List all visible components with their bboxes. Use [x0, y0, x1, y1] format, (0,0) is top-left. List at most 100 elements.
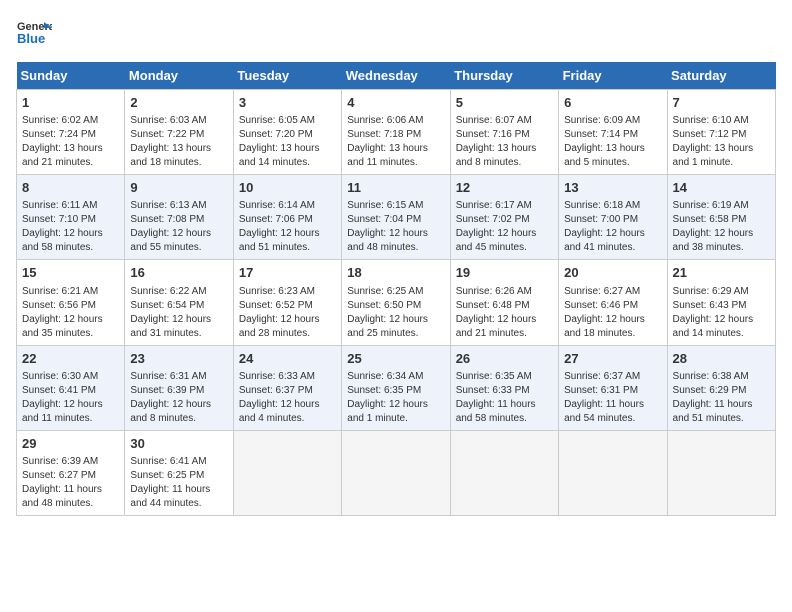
day-info: Sunrise: 6:25 AM Sunset: 6:50 PM Dayligh… — [347, 285, 444, 341]
day-number: 2 — [130, 94, 227, 112]
calendar-cell: 23 Sunrise: 6:31 AM Sunset: 6:39 PM Dayli… — [125, 345, 233, 430]
calendar-cell: 11 Sunrise: 6:15 AM Sunset: 7:04 PM Dayli… — [342, 175, 450, 260]
calendar-cell: 16 Sunrise: 6:22 AM Sunset: 6:54 PM Dayli… — [125, 260, 233, 345]
weekday-header: Monday — [125, 62, 233, 90]
calendar-cell — [667, 430, 775, 515]
calendar-cell: 1 Sunrise: 6:02 AM Sunset: 7:24 PM Daylig… — [17, 90, 125, 175]
day-number: 3 — [239, 94, 336, 112]
day-info: Sunrise: 6:33 AM Sunset: 6:37 PM Dayligh… — [239, 370, 336, 426]
day-info: Sunrise: 6:05 AM Sunset: 7:20 PM Dayligh… — [239, 114, 336, 170]
day-info: Sunrise: 6:30 AM Sunset: 6:41 PM Dayligh… — [22, 370, 119, 426]
weekday-header: Thursday — [450, 62, 558, 90]
day-number: 26 — [456, 350, 553, 368]
day-number: 29 — [22, 435, 119, 453]
day-info: Sunrise: 6:11 AM Sunset: 7:10 PM Dayligh… — [22, 199, 119, 255]
day-number: 14 — [673, 179, 770, 197]
day-number: 22 — [22, 350, 119, 368]
day-number: 8 — [22, 179, 119, 197]
day-number: 27 — [564, 350, 661, 368]
day-info: Sunrise: 6:39 AM Sunset: 6:27 PM Dayligh… — [22, 455, 119, 511]
calendar-cell: 4 Sunrise: 6:06 AM Sunset: 7:18 PM Daylig… — [342, 90, 450, 175]
day-info: Sunrise: 6:07 AM Sunset: 7:16 PM Dayligh… — [456, 114, 553, 170]
calendar-cell: 28 Sunrise: 6:38 AM Sunset: 6:29 PM Dayli… — [667, 345, 775, 430]
calendar-cell — [450, 430, 558, 515]
calendar-cell: 8 Sunrise: 6:11 AM Sunset: 7:10 PM Daylig… — [17, 175, 125, 260]
day-info: Sunrise: 6:14 AM Sunset: 7:06 PM Dayligh… — [239, 199, 336, 255]
day-info: Sunrise: 6:09 AM Sunset: 7:14 PM Dayligh… — [564, 114, 661, 170]
calendar-cell: 2 Sunrise: 6:03 AM Sunset: 7:22 PM Daylig… — [125, 90, 233, 175]
weekday-header: Friday — [559, 62, 667, 90]
day-info: Sunrise: 6:17 AM Sunset: 7:02 PM Dayligh… — [456, 199, 553, 255]
day-number: 12 — [456, 179, 553, 197]
day-number: 13 — [564, 179, 661, 197]
day-number: 10 — [239, 179, 336, 197]
weekday-header: Wednesday — [342, 62, 450, 90]
calendar-cell: 10 Sunrise: 6:14 AM Sunset: 7:06 PM Dayli… — [233, 175, 341, 260]
calendar-cell: 20 Sunrise: 6:27 AM Sunset: 6:46 PM Dayli… — [559, 260, 667, 345]
calendar-cell: 19 Sunrise: 6:26 AM Sunset: 6:48 PM Dayli… — [450, 260, 558, 345]
day-info: Sunrise: 6:37 AM Sunset: 6:31 PM Dayligh… — [564, 370, 661, 426]
calendar-table: SundayMondayTuesdayWednesdayThursdayFrid… — [16, 62, 776, 516]
day-info: Sunrise: 6:23 AM Sunset: 6:52 PM Dayligh… — [239, 285, 336, 341]
calendar-cell: 27 Sunrise: 6:37 AM Sunset: 6:31 PM Dayli… — [559, 345, 667, 430]
calendar-cell: 22 Sunrise: 6:30 AM Sunset: 6:41 PM Dayli… — [17, 345, 125, 430]
day-number: 16 — [130, 264, 227, 282]
weekday-header: Tuesday — [233, 62, 341, 90]
day-number: 5 — [456, 94, 553, 112]
day-info: Sunrise: 6:35 AM Sunset: 6:33 PM Dayligh… — [456, 370, 553, 426]
day-number: 18 — [347, 264, 444, 282]
day-info: Sunrise: 6:18 AM Sunset: 7:00 PM Dayligh… — [564, 199, 661, 255]
calendar-cell: 24 Sunrise: 6:33 AM Sunset: 6:37 PM Dayli… — [233, 345, 341, 430]
day-number: 9 — [130, 179, 227, 197]
day-info: Sunrise: 6:02 AM Sunset: 7:24 PM Dayligh… — [22, 114, 119, 170]
day-info: Sunrise: 6:26 AM Sunset: 6:48 PM Dayligh… — [456, 285, 553, 341]
calendar-cell: 5 Sunrise: 6:07 AM Sunset: 7:16 PM Daylig… — [450, 90, 558, 175]
day-info: Sunrise: 6:03 AM Sunset: 7:22 PM Dayligh… — [130, 114, 227, 170]
weekday-header: Sunday — [17, 62, 125, 90]
day-number: 19 — [456, 264, 553, 282]
calendar-cell: 29 Sunrise: 6:39 AM Sunset: 6:27 PM Dayli… — [17, 430, 125, 515]
day-number: 17 — [239, 264, 336, 282]
day-number: 25 — [347, 350, 444, 368]
calendar-cell: 25 Sunrise: 6:34 AM Sunset: 6:35 PM Dayli… — [342, 345, 450, 430]
logo: General Blue — [16, 16, 52, 52]
day-info: Sunrise: 6:27 AM Sunset: 6:46 PM Dayligh… — [564, 285, 661, 341]
calendar-cell: 13 Sunrise: 6:18 AM Sunset: 7:00 PM Dayli… — [559, 175, 667, 260]
day-info: Sunrise: 6:06 AM Sunset: 7:18 PM Dayligh… — [347, 114, 444, 170]
calendar-cell: 26 Sunrise: 6:35 AM Sunset: 6:33 PM Dayli… — [450, 345, 558, 430]
day-number: 4 — [347, 94, 444, 112]
calendar-cell: 7Sunrise: 6:10 AM Sunset: 7:12 PM Daylig… — [667, 90, 775, 175]
day-number: 7 — [673, 94, 770, 112]
day-number: 1 — [22, 94, 119, 112]
day-number: 28 — [673, 350, 770, 368]
day-number: 21 — [673, 264, 770, 282]
day-info: Sunrise: 6:15 AM Sunset: 7:04 PM Dayligh… — [347, 199, 444, 255]
weekday-header: Saturday — [667, 62, 775, 90]
calendar-cell: 14 Sunrise: 6:19 AM Sunset: 6:58 PM Dayli… — [667, 175, 775, 260]
day-number: 23 — [130, 350, 227, 368]
day-info: Sunrise: 6:19 AM Sunset: 6:58 PM Dayligh… — [673, 199, 770, 255]
calendar-cell: 12 Sunrise: 6:17 AM Sunset: 7:02 PM Dayli… — [450, 175, 558, 260]
day-info: Sunrise: 6:21 AM Sunset: 6:56 PM Dayligh… — [22, 285, 119, 341]
day-number: 11 — [347, 179, 444, 197]
page-header: General Blue — [16, 16, 776, 52]
calendar-cell — [342, 430, 450, 515]
day-info: Sunrise: 6:13 AM Sunset: 7:08 PM Dayligh… — [130, 199, 227, 255]
day-number: 6 — [564, 94, 661, 112]
svg-text:Blue: Blue — [17, 31, 45, 46]
day-info: Sunrise: 6:38 AM Sunset: 6:29 PM Dayligh… — [673, 370, 770, 426]
calendar-cell: 17 Sunrise: 6:23 AM Sunset: 6:52 PM Dayli… — [233, 260, 341, 345]
calendar-cell: 18 Sunrise: 6:25 AM Sunset: 6:50 PM Dayli… — [342, 260, 450, 345]
day-info: Sunrise: 6:41 AM Sunset: 6:25 PM Dayligh… — [130, 455, 227, 511]
day-info: Sunrise: 6:29 AM Sunset: 6:43 PM Dayligh… — [673, 285, 770, 341]
day-info: Sunrise: 6:31 AM Sunset: 6:39 PM Dayligh… — [130, 370, 227, 426]
day-number: 24 — [239, 350, 336, 368]
day-info: Sunrise: 6:34 AM Sunset: 6:35 PM Dayligh… — [347, 370, 444, 426]
day-number: 20 — [564, 264, 661, 282]
calendar-cell: 3 Sunrise: 6:05 AM Sunset: 7:20 PM Daylig… — [233, 90, 341, 175]
calendar-cell — [233, 430, 341, 515]
day-info: Sunrise: 6:22 AM Sunset: 6:54 PM Dayligh… — [130, 285, 227, 341]
calendar-cell — [559, 430, 667, 515]
calendar-cell: 30 Sunrise: 6:41 AM Sunset: 6:25 PM Dayli… — [125, 430, 233, 515]
day-number: 30 — [130, 435, 227, 453]
